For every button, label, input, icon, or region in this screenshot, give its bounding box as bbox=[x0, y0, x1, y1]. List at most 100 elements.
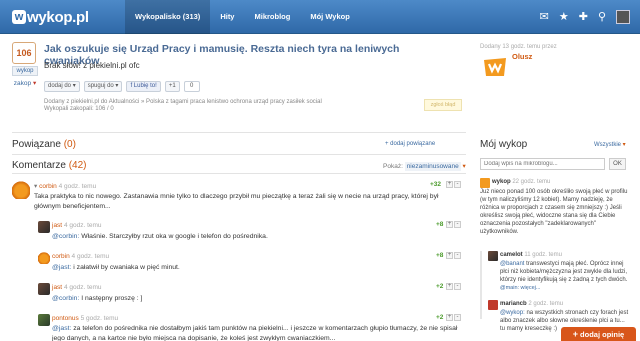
entry-header: camelot 11 godz. temu bbox=[500, 252, 562, 258]
comment-header: pontonus 5 godz. temu bbox=[52, 315, 118, 322]
comment-text: @corbin: I następny proszę : ] bbox=[52, 294, 142, 304]
plus-button[interactable]: + bbox=[446, 221, 453, 228]
nav-wykopalisko[interactable]: Wykopalisko (313) bbox=[125, 0, 211, 34]
comment-mention[interactable]: @corbin: bbox=[52, 233, 79, 240]
comment: ▾ corbin 4 godz. temu +32 + - Taka prakty… bbox=[12, 181, 466, 213]
vote-buttons: + - bbox=[446, 221, 461, 228]
plus-button[interactable]: + bbox=[446, 252, 453, 259]
dodaj-do-label: dodaj do bbox=[48, 83, 72, 89]
minus-button[interactable]: - bbox=[454, 283, 461, 290]
added-time: Dodany 13 godz. temu przez bbox=[480, 44, 557, 50]
user-logo-icon bbox=[484, 58, 506, 76]
comment-time: 4 godz. temu bbox=[63, 222, 102, 229]
comment-score: +32 bbox=[430, 181, 442, 188]
nav-hity[interactable]: Hity bbox=[210, 0, 244, 34]
comment-mention[interactable]: @corbin: bbox=[52, 295, 79, 302]
avatar bbox=[38, 283, 50, 295]
zakop-button[interactable]: zakop ▾ bbox=[12, 79, 38, 87]
star-icon[interactable]: ★ bbox=[559, 11, 569, 23]
nav-moj-wykop[interactable]: Mój Wykop bbox=[300, 0, 359, 34]
entry-author[interactable]: mariancb bbox=[500, 301, 527, 307]
entry-mention[interactable]: @banant bbox=[500, 261, 524, 267]
avatar bbox=[38, 221, 50, 233]
avatar bbox=[38, 314, 50, 326]
ok-button[interactable]: OK bbox=[609, 158, 626, 170]
comment: pontonus 5 godz. temu +2 + - @jast: za te… bbox=[38, 314, 466, 341]
logo[interactable]: w wykop.pl bbox=[12, 8, 89, 26]
minus-button[interactable]: - bbox=[454, 252, 461, 259]
entry-time: 2 godz. temu bbox=[528, 301, 564, 307]
minus-button[interactable]: - bbox=[454, 181, 461, 188]
minus-button[interactable]: - bbox=[454, 314, 461, 321]
article-meta: Dodany z piekielni.pl do Aktualności » P… bbox=[44, 99, 322, 105]
avatar bbox=[480, 178, 490, 188]
plus-button[interactable]: + bbox=[446, 181, 453, 188]
nav-mikroblog[interactable]: Mikroblog bbox=[244, 0, 300, 34]
comment-text: @jast: i załatwił by cwaniaka w pięć min… bbox=[52, 263, 180, 273]
comment-text: @jast: za telefon do pośrednika nie dost… bbox=[52, 324, 464, 341]
microblog-input[interactable] bbox=[480, 158, 605, 170]
vote-buttons: + - bbox=[446, 252, 461, 259]
mail-icon[interactable]: ✉ bbox=[540, 11, 549, 23]
plus-button[interactable]: + bbox=[446, 314, 453, 321]
related-count: (0) bbox=[63, 139, 76, 150]
report-button[interactable]: zgłoś błąd bbox=[424, 99, 462, 111]
search-icon[interactable]: ⚲ bbox=[598, 11, 606, 23]
expand-icon[interactable]: ▾ bbox=[34, 183, 37, 190]
filter-select[interactable]: Wszystkie ▾ bbox=[594, 141, 626, 148]
plus-button[interactable]: + bbox=[446, 283, 453, 290]
comment-author[interactable]: corbin bbox=[39, 183, 57, 190]
chevron-down-icon: ▾ bbox=[32, 80, 37, 87]
sort-select[interactable]: niezaminusowane bbox=[404, 162, 461, 171]
more-link[interactable]: @main: więcej... bbox=[500, 285, 540, 291]
chevron-down-icon: ▾ bbox=[462, 163, 466, 170]
minus-button[interactable]: - bbox=[454, 221, 461, 228]
avatar bbox=[488, 300, 498, 310]
comments-title: Komentarze (42) bbox=[12, 160, 87, 171]
comment-mention[interactable]: @jast: bbox=[52, 325, 71, 332]
avatar bbox=[38, 252, 50, 264]
comment-time: 4 godz. temu bbox=[63, 284, 102, 291]
add-opinion-button[interactable]: + dodaj opinię bbox=[561, 327, 636, 341]
comment-body: za telefon do pośrednika nie dostałbym j… bbox=[52, 325, 458, 341]
comments-label: Komentarze bbox=[12, 160, 66, 171]
vote-buttons: + - bbox=[446, 181, 461, 188]
avatar[interactable] bbox=[616, 10, 630, 24]
wykop-button[interactable]: wykop bbox=[12, 66, 38, 76]
comment-author[interactable]: pontonus bbox=[52, 315, 79, 322]
entry-mention[interactable]: @wykop: bbox=[500, 310, 525, 316]
sort-label: Pokaż: bbox=[383, 163, 403, 170]
entry-header: mariancb 2 godz. temu bbox=[500, 301, 563, 307]
entry-author[interactable]: wykop bbox=[492, 179, 511, 185]
plus-icon[interactable]: ✚ bbox=[579, 11, 588, 23]
comment-body: Właśnie. Starczyłby rzut oka w google i … bbox=[81, 233, 268, 240]
vote-box: 106 wykop zakop ▾ bbox=[12, 42, 38, 87]
comment-mention[interactable]: @jast: bbox=[52, 264, 71, 271]
add-related-link[interactable]: + dodaj powiązane bbox=[385, 141, 435, 147]
header-icons: ✉ ★ ✚ ⚲ bbox=[540, 0, 630, 34]
google-plus-button[interactable]: +1 bbox=[164, 81, 180, 92]
comment-time: 5 godz. temu bbox=[80, 315, 119, 322]
author-name[interactable]: Olusz bbox=[512, 52, 532, 61]
sort-control: Pokaż: niezaminusowane ▾ bbox=[383, 162, 466, 171]
entry-text: @banant transwestyci mają płeć. Oprócz i… bbox=[500, 260, 630, 292]
comment-author[interactable]: jast bbox=[52, 284, 62, 291]
dodaj-do-button[interactable]: dodaj do ▾ bbox=[44, 81, 80, 92]
comment-score: +2 bbox=[436, 314, 444, 321]
chevron-down-icon: ▾ bbox=[622, 142, 626, 148]
comment-author[interactable]: corbin bbox=[52, 253, 70, 260]
comment-time: 4 godz. temu bbox=[71, 253, 110, 260]
avatar bbox=[488, 251, 498, 261]
logo-icon: w bbox=[12, 10, 26, 24]
entry-author[interactable]: camelot bbox=[500, 252, 523, 258]
comment-header: jast 4 godz. temu bbox=[52, 284, 102, 291]
comment-score: +8 bbox=[436, 252, 444, 259]
comment-score: +2 bbox=[436, 283, 444, 290]
vote-buttons: + - bbox=[446, 283, 461, 290]
facebook-like-button[interactable]: f Lubię to! bbox=[126, 81, 161, 92]
divider bbox=[12, 173, 466, 174]
comment-author[interactable]: jast bbox=[52, 222, 62, 229]
comment-body: I następny proszę : ] bbox=[81, 295, 143, 302]
filter-label: Wszystkie bbox=[594, 142, 621, 148]
spuguj-do-button[interactable]: spuguj do ▾ bbox=[83, 81, 123, 92]
